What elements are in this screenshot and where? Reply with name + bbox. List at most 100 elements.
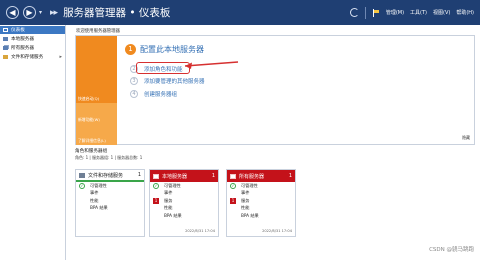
card-timestamp: 2022/8/31 17:04 (185, 229, 215, 233)
row-label: 性能 (90, 197, 99, 203)
step-number: 3 (130, 77, 138, 85)
card-all-servers[interactable]: 所有服务器 1 ✓ 可管理性 事件 1 服务 性能 BPA 结果 2022/8/31… (226, 169, 296, 237)
row-label: BPA 结果 (164, 212, 182, 218)
hide-welcome-link[interactable]: 隐藏 (462, 135, 470, 141)
check-icon: ✓ (230, 182, 236, 189)
step-3: 3 添加要管理的其他服务器 (130, 77, 205, 85)
menu-divider (364, 6, 366, 19)
row-label: 可管理性 (241, 182, 258, 188)
card-row-events[interactable]: 事件 (76, 190, 144, 198)
card-row-bpa[interactable]: BPA 结果 (227, 212, 295, 220)
breadcrumb-arrows: ▸▸ (50, 7, 58, 18)
notification-flag-icon[interactable] (372, 8, 380, 17)
tile-learn-more[interactable]: 了解详细信息(L) (76, 124, 117, 145)
card-row-services[interactable]: 1 服务 (150, 197, 218, 205)
card-row-events[interactable]: 事件 (227, 190, 295, 198)
page-title: 服务器管理器 • 仪表板 (63, 7, 171, 19)
row-label: 事件 (164, 190, 173, 196)
card-title: 本地服务器 (162, 173, 188, 180)
row-label: BPA 结果 (241, 212, 259, 218)
tile-quick-start[interactable]: 快速启动(Q) (76, 36, 117, 103)
refresh-icon[interactable] (349, 8, 359, 17)
watermark: CSDN @骁马跳跑 (429, 247, 474, 253)
welcome-header: 欢迎使用服务器管理器 (76, 29, 120, 34)
tile-label: 快速启动(Q) (78, 96, 100, 101)
sidebar-item-file-storage[interactable]: 文件和存储服务 ▸ (0, 53, 65, 61)
card-title: 所有服务器 (239, 173, 265, 180)
roles-header: 角色和服务器组 (75, 149, 108, 154)
card-header: 本地服务器 1 (150, 170, 218, 182)
create-server-group-link[interactable]: 创建服务器组 (144, 90, 177, 98)
card-row-bpa[interactable]: BPA 结果 (150, 212, 218, 220)
main-content: 欢迎使用服务器管理器 快速启动(Q) 新增功能(W) 了解详细信息(L) 1 配… (67, 25, 480, 260)
add-other-servers-link[interactable]: 添加要管理的其他服务器 (144, 77, 205, 85)
tile-label: 了解详细信息(L) (78, 138, 106, 143)
file-storage-icon (79, 172, 85, 178)
card-count: 1 (211, 173, 215, 179)
welcome-panel: 快速启动(Q) 新增功能(W) 了解详细信息(L) 1 配置此本地服务器 2 添… (75, 35, 475, 145)
sidebar-item-all-servers[interactable]: 所有服务器 (0, 44, 65, 52)
row-label: 服务 (164, 197, 173, 203)
row-label: 可管理性 (90, 182, 107, 188)
card-count: 1 (288, 173, 292, 179)
servers-icon (3, 46, 8, 50)
dashboard-icon (3, 28, 8, 32)
title-menu: 管理(M) 工具(T) 视图(V) 帮助(H) (349, 0, 474, 25)
row-label: BPA 结果 (90, 205, 108, 211)
title-bar: ◀ ▶ ▾ ▸▸ 服务器管理器 • 仪表板 管理(M) 工具(T) 视图(V) … (0, 0, 480, 25)
sidebar-item-label: 文件和存储服务 (11, 55, 44, 60)
card-row-performance[interactable]: 性能 (227, 205, 295, 213)
card-title: 文件和存储服务 (88, 172, 124, 179)
error-badge: 1 (230, 197, 236, 204)
row-label: 性能 (241, 205, 250, 211)
step-number: 4 (130, 90, 138, 98)
back-icon[interactable]: ◀ (6, 6, 19, 19)
configure-local-server-link[interactable]: 配置此本地服务器 (140, 44, 204, 55)
sidebar-item-dashboard[interactable]: 仪表板 (0, 26, 65, 34)
card-row-performance[interactable]: 性能 (150, 205, 218, 213)
card-row-performance[interactable]: 性能 (76, 197, 144, 205)
server-icon (153, 173, 159, 179)
card-row-events[interactable]: 事件 (150, 190, 218, 198)
servers-icon (230, 173, 236, 179)
card-local-server[interactable]: 本地服务器 1 ✓ 可管理性 事件 1 服务 性能 BPA 结果 2022/8/31… (149, 169, 219, 237)
help-menu[interactable]: 帮助(H) (456, 9, 474, 16)
chevron-right-icon[interactable]: ▸ (59, 54, 62, 60)
welcome-tiles: 快速启动(Q) 新增功能(W) 了解详细信息(L) (76, 36, 117, 145)
sidebar-item-label: 仪表板 (11, 28, 25, 33)
manage-menu[interactable]: 管理(M) (386, 9, 404, 16)
file-storage-icon (3, 55, 8, 59)
sidebar-item-label: 所有服务器 (11, 46, 34, 51)
tools-menu[interactable]: 工具(T) (410, 9, 427, 16)
sidebar-item-local-server[interactable]: 本地服务器 (0, 35, 65, 43)
card-timestamp: 2022/8/31 17:04 (262, 229, 292, 233)
row-label: 性能 (164, 205, 173, 211)
error-badge: 1 (153, 197, 159, 204)
forward-icon[interactable]: ▶ (23, 6, 36, 19)
card-row-manageability[interactable]: ✓ 可管理性 (227, 182, 295, 190)
card-row-manageability[interactable]: ✓ 可管理性 (76, 182, 144, 190)
sidebar: 仪表板 本地服务器 所有服务器 文件和存储服务 ▸ (0, 25, 66, 260)
check-icon: ✓ (153, 182, 159, 189)
row-label: 事件 (241, 190, 250, 196)
step-4: 4 创建服务器组 (130, 90, 177, 98)
tile-whats-new[interactable]: 新增功能(W) (76, 103, 117, 124)
row-label: 可管理性 (164, 182, 181, 188)
view-menu[interactable]: 视图(V) (433, 9, 450, 16)
card-row-services[interactable]: 1 服务 (227, 197, 295, 205)
row-label: 服务 (241, 197, 250, 203)
check-icon: ✓ (79, 182, 85, 189)
row-label: 事件 (90, 190, 99, 196)
card-count: 1 (137, 172, 141, 178)
server-icon (3, 37, 8, 41)
card-file-storage[interactable]: 文件和存储服务 1 ✓ 可管理性 事件 性能 BPA 结果 (75, 169, 145, 237)
card-row-manageability[interactable]: ✓ 可管理性 (150, 182, 218, 190)
step-1-number: 1 (125, 44, 136, 55)
sidebar-item-label: 本地服务器 (11, 37, 34, 42)
roles-summary: 角色: 1 | 服务器组: 1 | 服务器总数: 1 (75, 155, 143, 160)
card-header: 文件和存储服务 1 (76, 170, 144, 182)
tile-label: 新增功能(W) (78, 117, 100, 122)
history-dropdown-icon[interactable]: ▾ (39, 9, 42, 16)
card-row-bpa[interactable]: BPA 结果 (76, 205, 144, 213)
highlight-box (136, 62, 190, 74)
